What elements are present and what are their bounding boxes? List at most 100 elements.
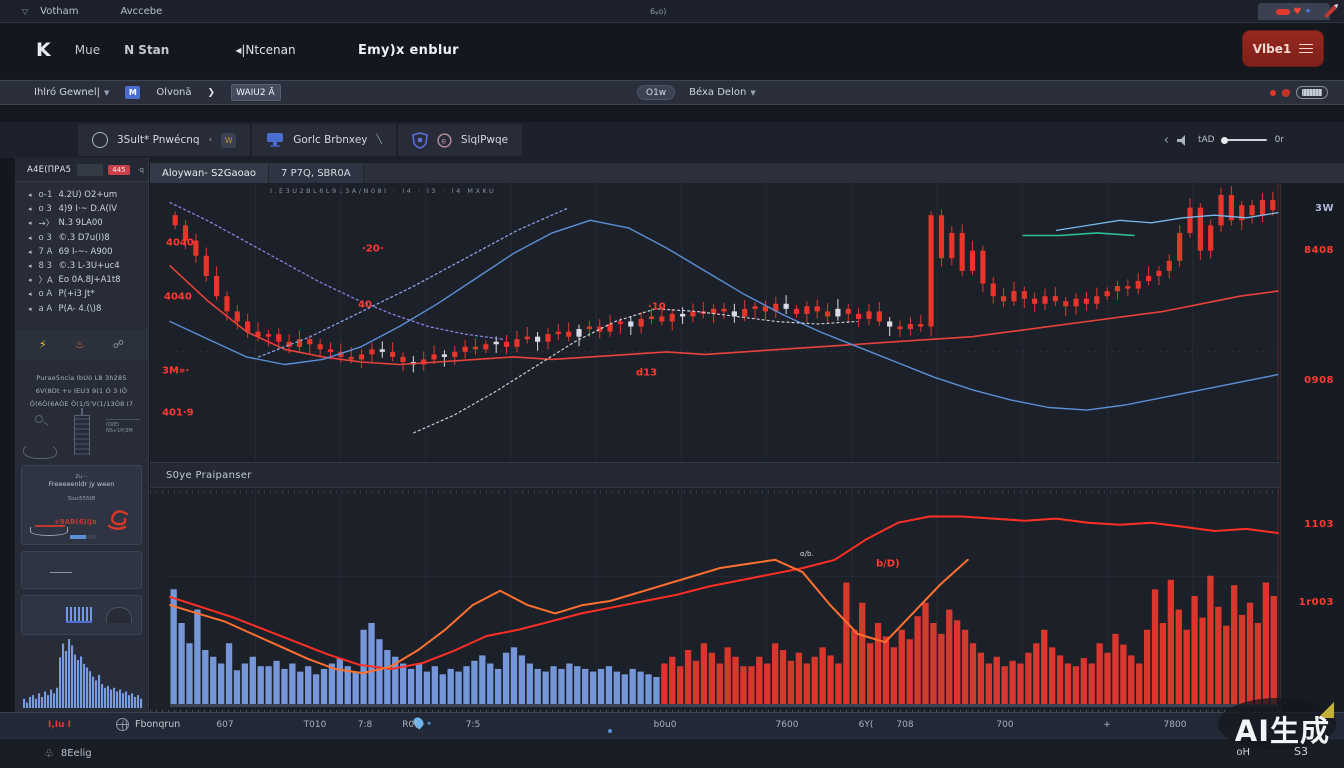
- zoom-slider-knob[interactable]: [1221, 137, 1228, 144]
- ribbon-group-1[interactable]: 3Sult* Pnwécnq ‹ W: [78, 124, 250, 156]
- axis-ticks: [150, 710, 1280, 713]
- time-axis-label: 607: [216, 720, 233, 730]
- page-title: Emy)x enblur: [358, 43, 459, 58]
- sidebar-badge: 445: [108, 165, 129, 175]
- dish-illustration: [30, 527, 68, 536]
- watchlist-item[interactable]: ◂7 A69 I-~- A900: [15, 245, 148, 259]
- chart-tab-symbol[interactable]: Aloywan- S2Gaoao: [150, 163, 269, 183]
- price-annotation: ·20·: [362, 244, 384, 255]
- watermark-sub1: oH: [1236, 747, 1250, 758]
- hamburger-icon: [1299, 44, 1313, 54]
- ribbon-group-3[interactable]: e SlqlPwqe: [398, 124, 522, 156]
- primary-action-button[interactable]: Vlbe1: [1242, 30, 1324, 67]
- watchlist-item[interactable]: ◂o AP(+i3 Jt*: [15, 287, 148, 301]
- sidebar-tab-disabled[interactable]: [77, 164, 103, 176]
- time-axis-bar[interactable]: I,Iu I Fbonqrun 607T0107:8R0(7:5b0u07600…: [0, 712, 1344, 738]
- pen-icon[interactable]: [1322, 4, 1338, 18]
- symbol-input[interactable]: WAIU2 Ā: [231, 84, 281, 101]
- bullet-icon: ◂: [28, 262, 32, 270]
- watchlist-item[interactable]: ◂→〉N.3 9LA00: [15, 216, 148, 230]
- watchlist-item[interactable]: ◂o 34)9 I·~ D.A(IV: [15, 202, 148, 216]
- watchlist-item[interactable]: ◂a AP(A- 4.(\)8: [15, 302, 148, 316]
- bullet-icon: ◂: [28, 290, 32, 298]
- volume-annotation: b/D): [876, 559, 900, 570]
- titlebar-tray[interactable]: ♥ ✦: [1258, 3, 1330, 20]
- period-dropdown[interactable]: Ihlró Gewnel| ▼: [34, 87, 109, 98]
- open-label[interactable]: Olvonā: [156, 87, 191, 98]
- network-status[interactable]: Fbonqrun: [116, 718, 180, 731]
- trading-terminal-window: ▽ Votham Avccebe 6ᵩo) ♥ ✦ K Mue N Stan ◂…: [0, 0, 1344, 768]
- watchlist-item[interactable]: ◂8 3©.3 L-3U+uc4: [15, 259, 148, 273]
- club-icon: ♧: [44, 747, 54, 760]
- price-annotation: 4040: [166, 238, 194, 249]
- refresh-circle-icon: e: [437, 133, 452, 148]
- time-dot-icon: [608, 729, 612, 733]
- person-icon[interactable]: ☍: [113, 338, 124, 351]
- bullet-icon: ◂: [28, 305, 32, 313]
- nav-item-2[interactable]: N Stan: [124, 43, 169, 57]
- volume-chart[interactable]: [150, 488, 1280, 712]
- exchange-dropdown[interactable]: Béxa Delon ▼: [689, 87, 756, 98]
- axis-price-label: 3W: [1315, 203, 1334, 214]
- barcode-icon: [66, 607, 92, 623]
- zoom-label: tAD: [1198, 135, 1215, 145]
- axis-left-red-text: I,Iu I: [48, 720, 71, 730]
- menu-item-1[interactable]: Votham: [40, 6, 78, 17]
- axis-price-label: 0908: [1304, 375, 1334, 386]
- time-axis-label: 7600: [776, 720, 799, 730]
- speaker-icon[interactable]: [1177, 135, 1190, 146]
- app-menu-icon[interactable]: ▽: [22, 7, 28, 16]
- badge-icon: W: [221, 133, 236, 148]
- arch-icon: [106, 607, 132, 623]
- globe-icon: [116, 718, 129, 731]
- time-axis-label: 7800: [1164, 720, 1187, 730]
- lightning-icon[interactable]: ⚡: [39, 338, 47, 351]
- watchlist-item[interactable]: ◂o 3©.3 D7u(I)8: [15, 231, 148, 245]
- watchlist-item[interactable]: ◂〉AEo 0A.8J+A1t8: [15, 273, 148, 287]
- price-annotation: 401·9: [162, 408, 194, 419]
- menu-item-2[interactable]: Avccebe: [120, 6, 162, 17]
- bullet-icon: ◂: [28, 276, 32, 284]
- sub-pane-title: S0ye Praipanser: [166, 470, 252, 481]
- illustration-caption: (O(E) NS+1P(3M: [106, 419, 140, 434]
- volume-pane[interactable]: α/b. b/D): [150, 488, 1280, 712]
- sidebar-tab-watchlist[interactable]: A4Е(ПРА5: [27, 165, 71, 175]
- nav-item-1[interactable]: Mue: [75, 43, 100, 57]
- chart-tab-strip: Aloywan- S2Gaoao 7 P7Q, SBR0A: [150, 163, 1344, 183]
- barcode-card[interactable]: [21, 595, 142, 635]
- main-price-pane[interactable]: I.E3U2BL6L913A/N08I · I4 · I3 · I4 MXKU …: [150, 183, 1280, 460]
- time-axis-label: 7:5: [466, 720, 480, 730]
- play-icon[interactable]: ❯: [208, 88, 216, 98]
- collapse-chevron-icon[interactable]: ‹: [1164, 133, 1169, 148]
- handshake-illustration: [23, 443, 57, 459]
- left-gutter: [0, 158, 15, 712]
- time-axis-label: +: [1103, 720, 1111, 730]
- center-pill-button[interactable]: O1w: [637, 85, 675, 100]
- chart-tab-code[interactable]: 7 P7Q, SBR0A: [269, 163, 364, 183]
- price-axis-gutter[interactable]: 3W8408090811031r003: [1280, 183, 1344, 712]
- watchlist-item[interactable]: ◂o-14.2U) O2+um: [15, 188, 148, 202]
- time-axis-label: 7:8: [358, 720, 372, 730]
- price-annotation: ·10: [648, 302, 666, 313]
- flame-icon[interactable]: ♨: [75, 338, 85, 351]
- ribbon-group-2[interactable]: Gorlc Brbnxey ╲: [252, 124, 396, 156]
- candlestick-chart[interactable]: [150, 183, 1280, 460]
- chevron-down-icon: ▼: [104, 89, 109, 97]
- ribbon-item-1-label: 3Sult* Pnwécnq: [117, 134, 200, 146]
- chevron-left-icon[interactable]: ‹: [209, 135, 213, 145]
- promo-card[interactable]: Zu··· Freeeeenldr jy ween 5ius555t8 +9AB…: [21, 465, 142, 545]
- volume-annotation: α/b.: [800, 550, 814, 558]
- empty-card[interactable]: [21, 551, 142, 589]
- dash-mark: [50, 572, 72, 573]
- chart-type-icon-button[interactable]: M: [125, 86, 140, 99]
- status-label: 8Eelig: [61, 748, 92, 759]
- svg-text:e: e: [441, 136, 446, 145]
- status-item[interactable]: ♧ 8Eelig: [44, 747, 92, 760]
- zoom-slider[interactable]: [1223, 139, 1267, 141]
- nav-item-3[interactable]: ◂|Ntcenan: [235, 43, 295, 57]
- statusbar: ♧ 8Eelig: [0, 738, 1344, 768]
- sidebar-tab-suffix: ·q: [137, 166, 144, 174]
- price-annotation: 3M»·: [162, 366, 189, 377]
- ribbon: 3Sult* Pnwécnq ‹ W Gorlc Brbnxey ╲ e Slq…: [0, 122, 1344, 158]
- keyboard-button[interactable]: [1296, 86, 1328, 99]
